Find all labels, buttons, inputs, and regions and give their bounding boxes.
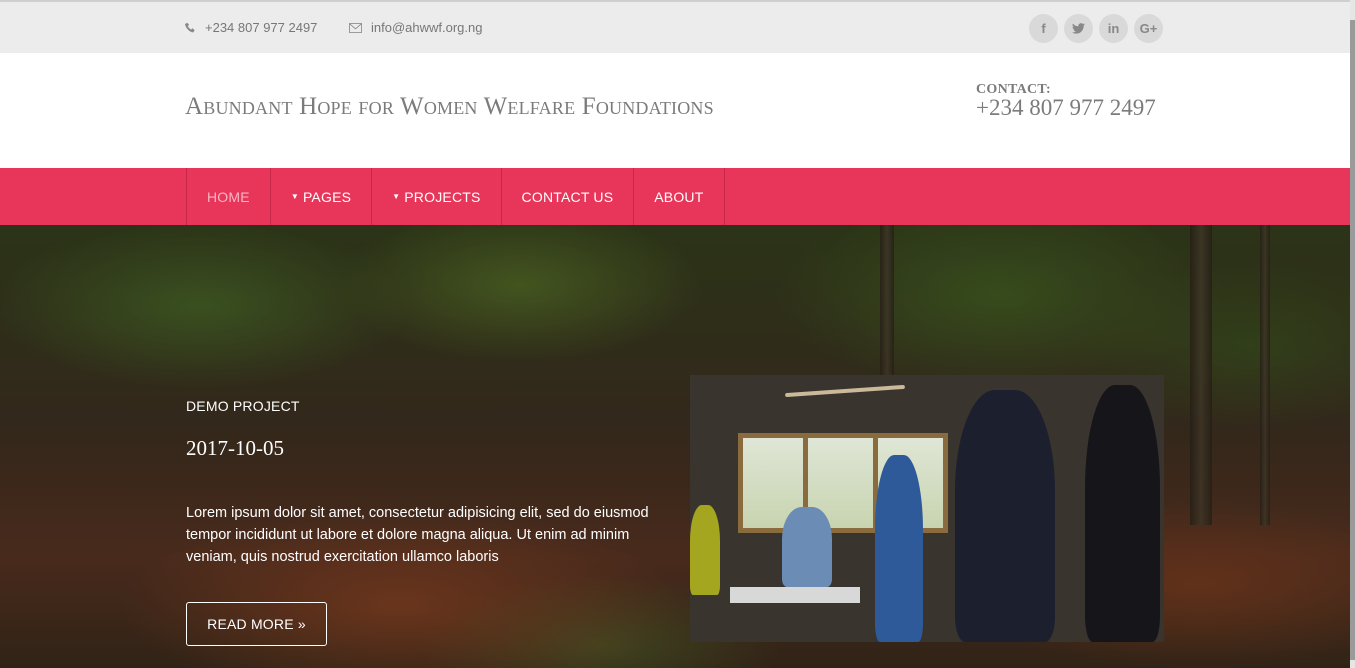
nav-item-label: PAGES bbox=[302, 188, 352, 205]
photo-person bbox=[1085, 385, 1160, 642]
photo-person bbox=[955, 390, 1055, 642]
project-photo bbox=[690, 375, 1164, 642]
nav-item-label: ABOUT bbox=[654, 188, 704, 205]
caret-down-icon: ▼ bbox=[392, 192, 401, 201]
photo-ceiling-fan bbox=[785, 384, 905, 398]
photo-person bbox=[690, 505, 720, 595]
project-description: Lorem ipsum dolor sit amet, consectetur … bbox=[186, 505, 649, 565]
facebook-icon[interactable]: f bbox=[1029, 14, 1058, 43]
project-category: DEMO PROJECT bbox=[186, 398, 300, 414]
site-header: Abundant Hope for Women Welfare Foundati… bbox=[0, 53, 1350, 168]
main-nav: HOME ▼ PAGES ▼ PROJECTS CONTACT US ABOUT bbox=[0, 168, 1350, 225]
caret-down-icon: ▼ bbox=[290, 192, 299, 201]
topbar-phone[interactable]: +234 807 977 2497 bbox=[185, 20, 317, 35]
page-scrollbar[interactable] bbox=[1350, 0, 1355, 668]
nav-item-pages[interactable]: ▼ PAGES bbox=[271, 168, 373, 225]
nav-item-label: HOME bbox=[207, 188, 250, 205]
nav-item-about[interactable]: ABOUT bbox=[634, 168, 725, 225]
nav-item-projects[interactable]: ▼ PROJECTS bbox=[372, 168, 502, 225]
photo-person bbox=[875, 455, 923, 642]
read-more-button[interactable]: READ MORE » bbox=[186, 602, 327, 646]
scrollbar-thumb[interactable] bbox=[1350, 20, 1355, 660]
project-date: 2017-10-05 bbox=[186, 436, 284, 460]
photo-table bbox=[730, 587, 860, 603]
twitter-icon[interactable] bbox=[1064, 14, 1093, 43]
phone-icon bbox=[185, 22, 195, 33]
site-title[interactable]: Abundant Hope for Women Welfare Foundati… bbox=[185, 93, 714, 121]
header-contact: CONTACT: +234 807 977 2497 bbox=[976, 83, 1156, 120]
topbar-email-text: info@ahwwf.org.ng bbox=[371, 20, 483, 35]
nav-item-label: PROJECTS bbox=[404, 188, 481, 205]
top-bar: +234 807 977 2497 info@ahwwf.org.ng f in… bbox=[0, 0, 1350, 53]
nav-item-home[interactable]: HOME bbox=[187, 168, 271, 225]
topbar-email[interactable]: info@ahwwf.org.ng bbox=[349, 20, 482, 35]
social-links: f in G+ bbox=[1029, 14, 1163, 43]
nav-item-label: CONTACT US bbox=[521, 188, 614, 205]
hero-slider: DEMO PROJECT 2017-10-05 Lorem ipsum dolo… bbox=[0, 225, 1350, 668]
linkedin-icon[interactable]: in bbox=[1099, 14, 1128, 43]
nav-item-contact-us[interactable]: CONTACT US bbox=[502, 168, 635, 225]
header-contact-number[interactable]: +234 807 977 2497 bbox=[976, 96, 1156, 119]
google-plus-icon[interactable]: G+ bbox=[1134, 14, 1163, 43]
topbar-phone-text: +234 807 977 2497 bbox=[205, 20, 318, 35]
envelope-icon bbox=[349, 22, 362, 33]
photo-person bbox=[782, 507, 832, 587]
